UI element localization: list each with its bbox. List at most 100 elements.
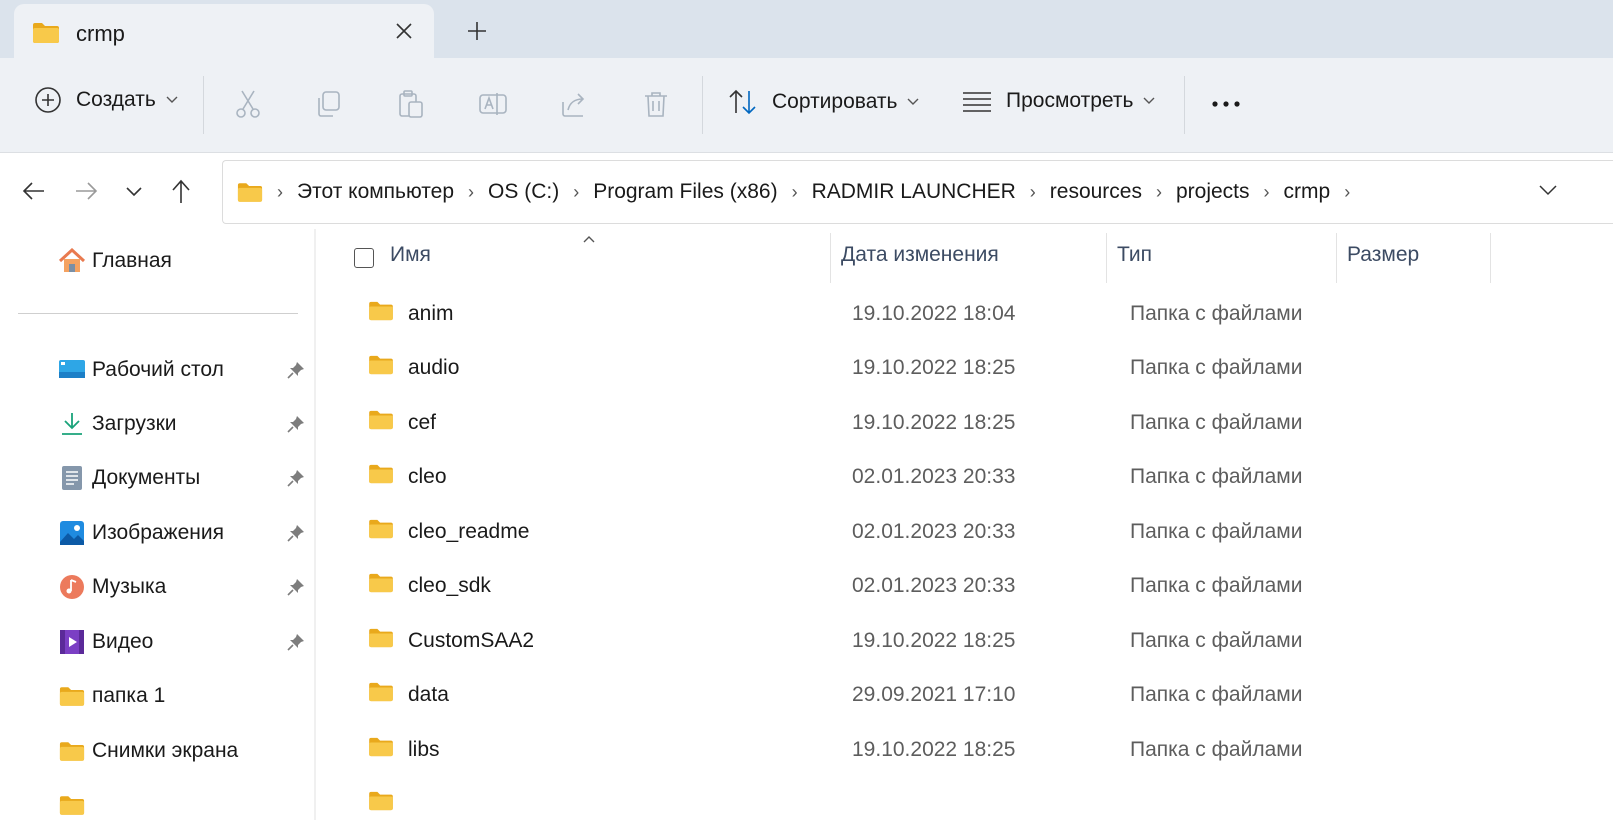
breadcrumb-item[interactable]: Этот компьютер — [297, 180, 454, 204]
file-row[interactable]: anim 19.10.2022 18:04 Папка с файлами — [316, 287, 1613, 341]
paste-icon[interactable] — [395, 88, 427, 120]
cut-icon[interactable] — [232, 88, 264, 120]
file-list: Имя Дата изменения Тип Размер anim 19.10… — [316, 229, 1613, 820]
up-arrow-icon[interactable] — [167, 177, 195, 205]
file-row[interactable]: cef 19.10.2022 18:25 Папка с файлами — [316, 396, 1613, 450]
column-header-name[interactable]: Имя — [390, 243, 431, 267]
sidebar-item-pictures[interactable]: Изображения — [58, 513, 308, 553]
breadcrumb-item[interactable]: RADMIR LAUNCHER — [812, 180, 1016, 204]
pin-icon — [286, 468, 306, 488]
folder-icon — [368, 301, 394, 326]
forward-arrow-icon[interactable] — [72, 177, 100, 205]
more-options-icon[interactable] — [1210, 90, 1242, 122]
column-header-date[interactable]: Дата изменения — [841, 243, 999, 267]
breadcrumb-separator: › — [1155, 181, 1162, 202]
column-divider[interactable] — [830, 233, 831, 283]
sidebar-item-video[interactable]: Видео — [58, 622, 308, 662]
folder-icon — [368, 519, 394, 544]
toolbar-divider — [203, 76, 204, 134]
column-divider[interactable] — [1490, 233, 1491, 283]
plus-circle-icon — [34, 86, 62, 114]
sidebar-item-label: Рабочий стол — [92, 358, 224, 381]
breadcrumb-item[interactable]: OS (C:) — [488, 180, 559, 204]
breadcrumb-item[interactable]: projects — [1176, 180, 1250, 204]
file-date: 19.10.2022 18:25 — [852, 411, 1016, 434]
file-type: Папка с файлами — [1130, 465, 1303, 488]
file-row[interactable]: CustomSAA2 19.10.2022 18:25 Папка с файл… — [316, 614, 1613, 668]
pin-icon — [286, 414, 306, 434]
toolbar-divider — [1184, 76, 1185, 134]
address-bar[interactable]: › Этот компьютер › OS (C:) › Program Fil… — [222, 160, 1613, 224]
tab-crmp[interactable]: crmp — [14, 4, 434, 58]
column-divider[interactable] — [1336, 233, 1337, 283]
chevron-down-icon — [907, 93, 919, 111]
sidebar-item-downloads[interactable]: Загрузки — [58, 404, 308, 444]
view-list-icon — [962, 88, 992, 114]
address-history-chevron-icon[interactable] — [1537, 179, 1559, 206]
sidebar-item-home[interactable]: Главная — [58, 241, 308, 281]
file-name: libs — [408, 738, 440, 761]
column-header-type[interactable]: Тип — [1117, 243, 1152, 267]
folder-icon — [368, 464, 394, 489]
sidebar-item-label: Главная — [92, 249, 172, 272]
column-header-size[interactable]: Размер — [1347, 243, 1419, 267]
share-icon[interactable] — [559, 88, 591, 120]
chevron-down-icon — [1143, 92, 1155, 110]
file-date: 19.10.2022 18:04 — [852, 302, 1016, 325]
file-row-partial[interactable] — [316, 777, 1613, 831]
navigation-bar: › Этот компьютер › OS (C:) › Program Fil… — [0, 153, 1613, 229]
file-date: 19.10.2022 18:25 — [852, 738, 1016, 761]
sidebar-item-partial[interactable] — [58, 785, 308, 825]
file-row[interactable]: audio 19.10.2022 18:25 Папка с файлами — [316, 341, 1613, 395]
file-type: Папка с файлами — [1130, 520, 1303, 543]
folder-icon — [368, 410, 394, 435]
rename-icon[interactable] — [477, 88, 509, 120]
view-label: Просмотреть — [1006, 89, 1134, 112]
file-row[interactable]: cleo_sdk 02.01.2023 20:33 Папка с файлам… — [316, 559, 1613, 613]
file-row[interactable]: data 29.09.2021 17:10 Папка с файлами — [316, 668, 1613, 722]
file-name: cleo_readme — [408, 520, 530, 543]
file-date: 02.01.2023 20:33 — [852, 574, 1016, 597]
sidebar-item-desktop[interactable]: Рабочий стол — [58, 350, 308, 390]
sort-button[interactable]: Сортировать — [728, 88, 919, 116]
sidebar-item-folder-1[interactable]: папка 1 — [58, 676, 308, 716]
command-bar: Создать Сортировать Просмотреть — [0, 58, 1613, 153]
file-date: 19.10.2022 18:25 — [852, 356, 1016, 379]
breadcrumb-item[interactable]: resources — [1050, 180, 1142, 204]
breadcrumb-item[interactable]: crmp — [1284, 180, 1331, 204]
copy-icon[interactable] — [313, 88, 345, 120]
file-type: Папка с файлами — [1130, 411, 1303, 434]
back-arrow-icon[interactable] — [20, 177, 48, 205]
documents-icon — [58, 464, 86, 492]
sidebar-item-documents[interactable]: Документы — [58, 458, 308, 498]
pin-icon — [286, 360, 306, 380]
sidebar-item-label: Загрузки — [92, 412, 177, 435]
file-date: 02.01.2023 20:33 — [852, 520, 1016, 543]
pin-icon — [286, 577, 306, 597]
music-icon — [58, 573, 86, 601]
file-row[interactable]: cleo 02.01.2023 20:33 Папка с файлами — [316, 450, 1613, 504]
close-icon[interactable] — [392, 19, 416, 43]
delete-icon[interactable] — [640, 88, 672, 120]
recent-locations-chevron-icon[interactable] — [120, 177, 148, 205]
create-button[interactable]: Создать — [34, 86, 178, 114]
folder-icon — [368, 628, 394, 653]
file-row[interactable]: cleo_readme 02.01.2023 20:33 Папка с фай… — [316, 505, 1613, 559]
breadcrumb-separator: › — [1344, 181, 1351, 202]
new-tab-icon[interactable] — [466, 20, 488, 42]
sidebar-item-screenshots[interactable]: Снимки экрана — [58, 731, 308, 771]
file-name: CustomSAA2 — [408, 629, 535, 652]
create-label: Создать — [76, 88, 156, 111]
sidebar-item-label: Видео — [92, 630, 154, 653]
file-date: 29.09.2021 17:10 — [852, 683, 1016, 706]
file-date: 02.01.2023 20:33 — [852, 465, 1016, 488]
column-divider[interactable] — [1106, 233, 1107, 283]
breadcrumb-item[interactable]: Program Files (x86) — [593, 180, 777, 204]
breadcrumb-separator: › — [277, 181, 283, 202]
desktop-icon — [58, 356, 86, 384]
download-icon — [58, 410, 86, 438]
select-all-checkbox[interactable] — [354, 248, 374, 268]
sidebar-item-music[interactable]: Музыка — [58, 567, 308, 607]
file-row[interactable]: libs 19.10.2022 18:25 Папка с файлами — [316, 723, 1613, 777]
view-button[interactable]: Просмотреть — [962, 88, 1155, 114]
